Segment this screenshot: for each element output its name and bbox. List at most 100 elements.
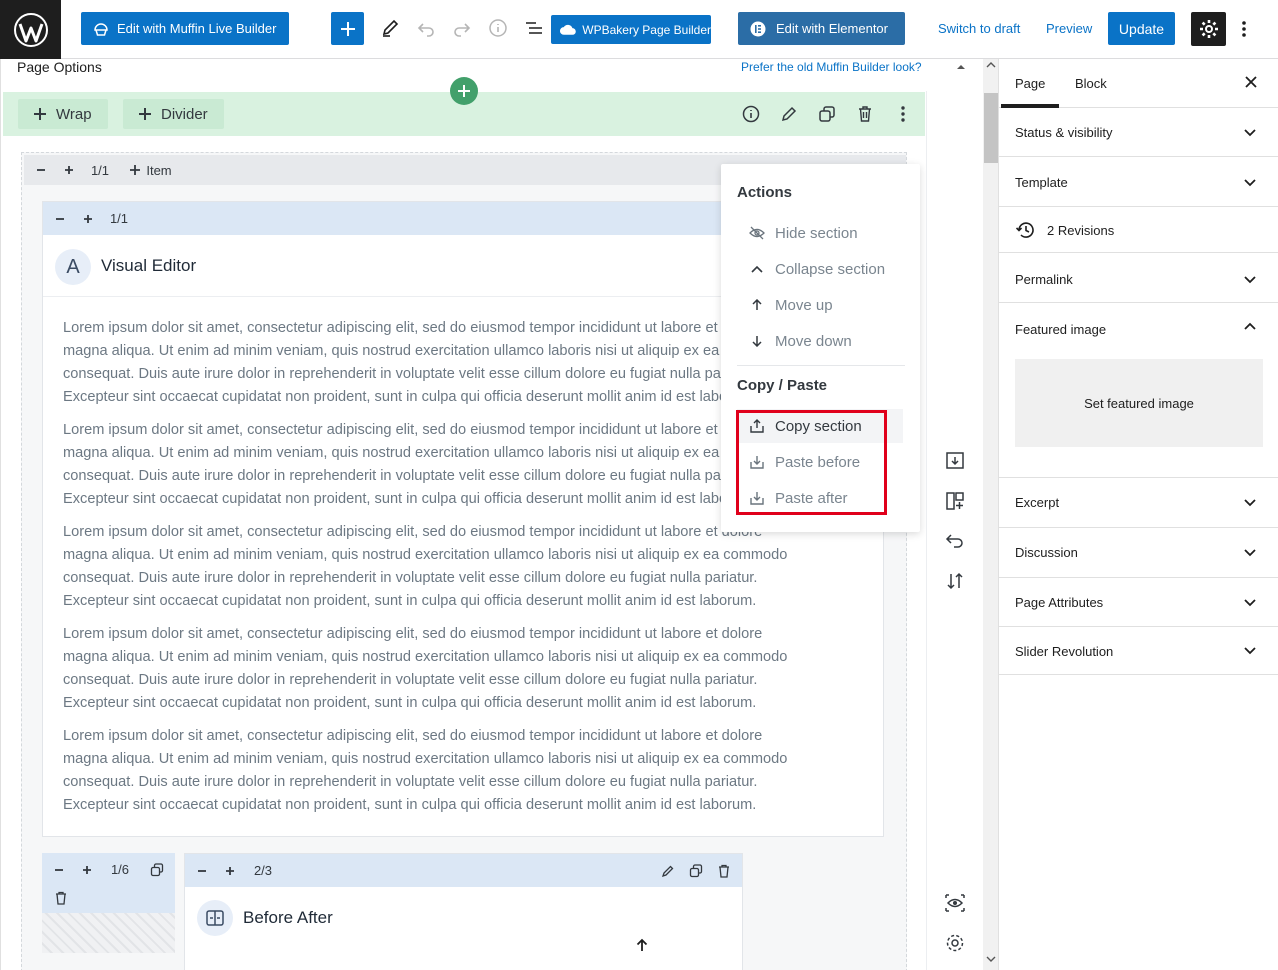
section-actions-menu: Actions Hide section Collapse section Mo… bbox=[721, 164, 920, 532]
section-info-icon[interactable] bbox=[740, 103, 762, 125]
set-featured-image-button[interactable]: Set featured image bbox=[1015, 359, 1263, 447]
scroll-up-arrow-icon[interactable] bbox=[986, 61, 996, 69]
wpbakery-label: WPBakery Page Builder bbox=[582, 22, 711, 37]
add-wrap-button[interactable]: Wrap bbox=[18, 99, 108, 129]
edit-muffin-live-button[interactable]: Edit with Muffin Live Builder bbox=[81, 12, 289, 45]
tab-block[interactable]: Block bbox=[1075, 76, 1107, 91]
col-small-duplicate-icon[interactable] bbox=[146, 853, 168, 886]
info-icon[interactable] bbox=[486, 16, 510, 40]
switch-to-draft-link[interactable]: Switch to draft bbox=[938, 21, 1020, 36]
actions-heading: Actions bbox=[737, 184, 793, 201]
col-large-trash-icon[interactable] bbox=[713, 854, 735, 887]
panel-permalink[interactable]: Permalink bbox=[999, 253, 1278, 303]
add-divider-button[interactable]: Divider bbox=[123, 99, 224, 129]
visual-editor-letter-icon: A bbox=[55, 249, 91, 285]
undo-arrow-icon[interactable] bbox=[944, 530, 966, 552]
pre-built-sections-icon[interactable] bbox=[944, 490, 966, 512]
settings-sidebar: Page Block Status & visibility Template … bbox=[998, 59, 1278, 970]
redo-icon[interactable] bbox=[450, 16, 474, 40]
chevron-down-icon bbox=[1243, 645, 1257, 655]
col-large-pencil-icon[interactable] bbox=[657, 854, 679, 887]
chevron-down-icon bbox=[1243, 547, 1257, 557]
col-large-duplicate-icon[interactable] bbox=[685, 854, 707, 887]
chevron-up-icon[interactable] bbox=[1243, 322, 1257, 332]
preview-eye-icon[interactable] bbox=[944, 892, 966, 914]
add-item-label: Item bbox=[146, 162, 172, 178]
section-more-icon[interactable] bbox=[892, 103, 914, 125]
before-after-title: Before After bbox=[243, 908, 333, 927]
column-before-after[interactable]: 2/3 Before After bbox=[184, 853, 743, 970]
hide-section-item[interactable]: Hide section bbox=[737, 217, 905, 249]
add-block-button[interactable] bbox=[331, 12, 364, 45]
column-small[interactable]: 1/6 bbox=[42, 853, 175, 953]
arrow-up-icon bbox=[749, 297, 765, 313]
arrow-up-icon[interactable] bbox=[635, 938, 649, 952]
editor-toolbar: Edit with Muffin Live Builder WPBakery P… bbox=[0, 0, 1278, 59]
section-edit-pencil-icon[interactable] bbox=[778, 103, 800, 125]
wrap-decrease-button[interactable] bbox=[30, 155, 52, 185]
wrap-increase-button[interactable] bbox=[58, 155, 80, 185]
featured-image-title[interactable]: Featured image bbox=[1015, 322, 1106, 337]
tab-page[interactable]: Page bbox=[1015, 76, 1045, 91]
cloud-icon bbox=[559, 24, 576, 35]
visual-editor-title: Visual Editor bbox=[101, 256, 197, 275]
wordpress-logo-icon[interactable] bbox=[0, 0, 61, 59]
settings-gear-button[interactable] bbox=[1191, 12, 1226, 46]
scroll-down-arrow-icon[interactable] bbox=[986, 955, 996, 963]
edit-muffin-live-label: Edit with Muffin Live Builder bbox=[117, 21, 277, 36]
chevron-up-icon bbox=[749, 261, 765, 277]
panel-slider-revolution[interactable]: Slider Revolution bbox=[999, 627, 1278, 675]
edit-elementor-button[interactable]: Edit with Elementor bbox=[738, 12, 905, 45]
col-small-decrease-button[interactable] bbox=[48, 853, 70, 886]
lorem-paragraph: Lorem ipsum dolor sit amet, consectetur … bbox=[63, 626, 788, 711]
wpbakery-button[interactable]: WPBakery Page Builder bbox=[551, 15, 711, 44]
panel-discussion[interactable]: Discussion bbox=[999, 528, 1278, 578]
panel-template[interactable]: Template bbox=[999, 157, 1278, 207]
edit-elementor-label: Edit with Elementor bbox=[776, 21, 888, 36]
list-view-icon[interactable] bbox=[522, 16, 546, 40]
undo-icon[interactable] bbox=[414, 16, 438, 40]
plus-icon bbox=[130, 165, 141, 175]
page-options-title: Page Options bbox=[17, 59, 102, 75]
col-small-increase-button[interactable] bbox=[76, 853, 98, 886]
import-template-icon[interactable] bbox=[944, 450, 966, 472]
preview-link[interactable]: Preview bbox=[1046, 21, 1092, 36]
move-up-item[interactable]: Move up bbox=[737, 289, 905, 321]
panel-revisions[interactable]: 2 Revisions bbox=[999, 207, 1278, 253]
wrap-size-label: 1/1 bbox=[90, 162, 110, 178]
old-muffin-look-link[interactable]: Prefer the old Muffin Builder look? bbox=[741, 60, 922, 74]
col-small-size-label: 1/6 bbox=[110, 862, 130, 877]
move-down-item[interactable]: Move down bbox=[737, 325, 905, 357]
editor-scrollbar[interactable] bbox=[983, 59, 998, 970]
more-options-icon[interactable] bbox=[1236, 17, 1252, 41]
scroll-thumb[interactable] bbox=[984, 93, 998, 163]
col-large-size-label: 2/3 bbox=[253, 863, 273, 878]
caret-up-icon[interactable] bbox=[955, 61, 967, 73]
col-large-increase-button[interactable] bbox=[219, 854, 241, 887]
add-wrap-label: Wrap bbox=[56, 105, 92, 123]
excerpt-title: Excerpt bbox=[1015, 495, 1060, 510]
panel-status-visibility[interactable]: Status & visibility bbox=[999, 108, 1278, 157]
collapse-section-item[interactable]: Collapse section bbox=[737, 253, 905, 285]
pencil-icon[interactable] bbox=[378, 16, 402, 40]
add-item-button[interactable]: Item bbox=[120, 155, 182, 185]
builder-side-tools bbox=[926, 91, 982, 970]
panel-excerpt[interactable]: Excerpt bbox=[999, 478, 1278, 528]
chevron-down-icon bbox=[1243, 274, 1257, 284]
section-delete-trash-icon[interactable] bbox=[854, 103, 876, 125]
builder-settings-gear-icon[interactable] bbox=[944, 932, 966, 954]
update-button[interactable]: Update bbox=[1108, 12, 1175, 45]
column-small-toolbar: 1/6 bbox=[42, 853, 175, 913]
add-section-plus-icon[interactable] bbox=[450, 77, 478, 105]
panel-page-attributes[interactable]: Page Attributes bbox=[999, 578, 1278, 627]
section-duplicate-icon[interactable] bbox=[816, 103, 838, 125]
col-large-decrease-button[interactable] bbox=[191, 854, 213, 887]
item-increase-button[interactable] bbox=[77, 202, 99, 235]
revisions-title: 2 Revisions bbox=[1047, 223, 1115, 238]
slider-revolution-title: Slider Revolution bbox=[1015, 644, 1114, 659]
col-small-trash-icon[interactable] bbox=[50, 883, 72, 913]
close-icon[interactable] bbox=[1243, 74, 1259, 90]
plus-icon bbox=[34, 108, 46, 120]
item-decrease-button[interactable] bbox=[49, 202, 71, 235]
sort-arrows-icon[interactable] bbox=[944, 570, 966, 592]
